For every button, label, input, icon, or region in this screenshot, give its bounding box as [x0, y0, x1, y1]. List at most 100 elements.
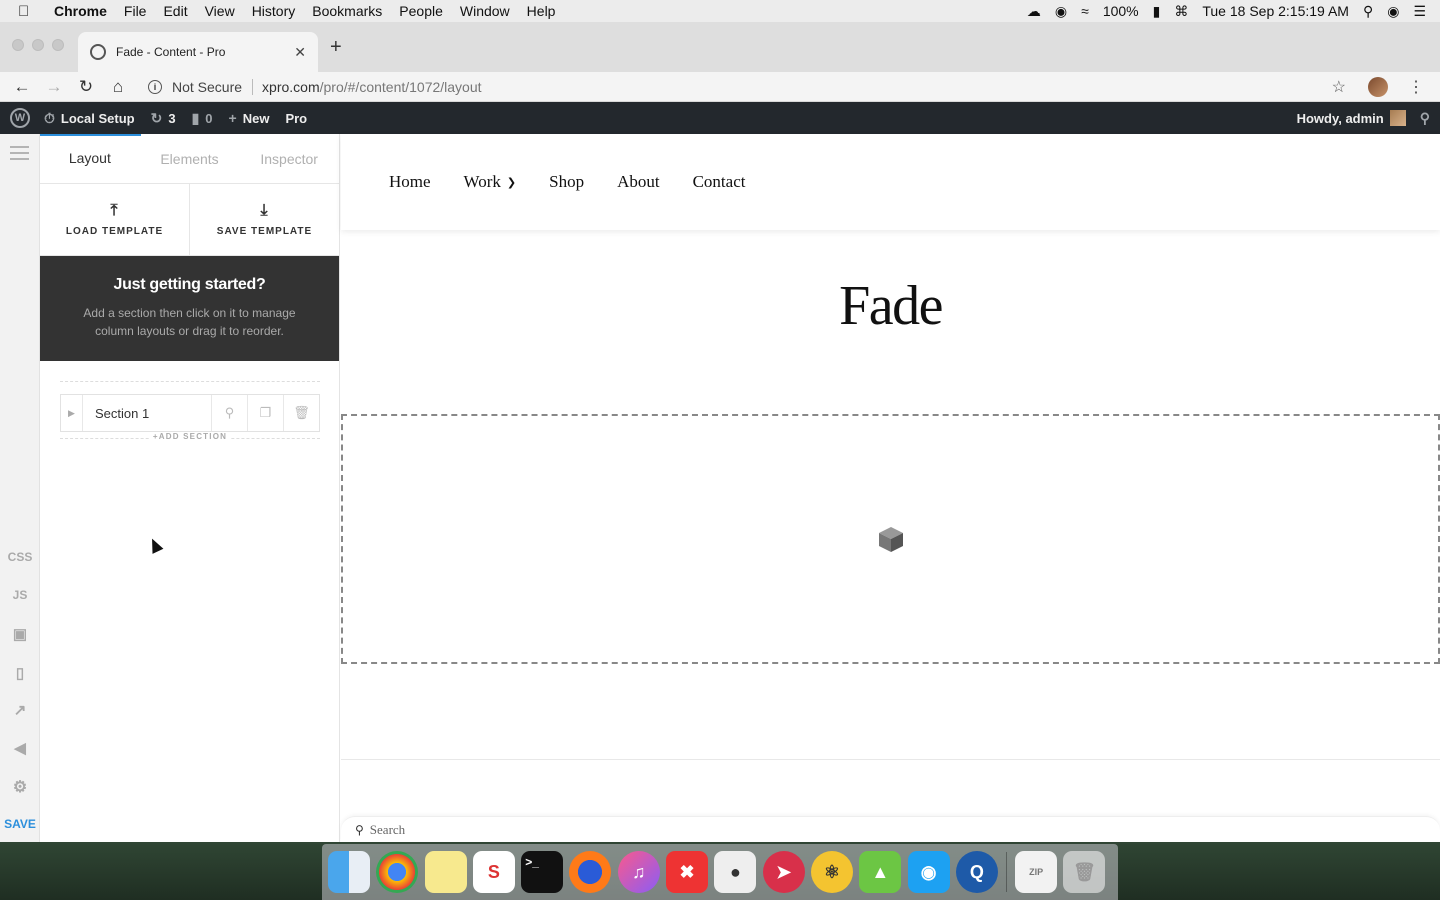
quicktime-icon[interactable]: Q — [955, 851, 998, 893]
sublime-icon[interactable]: S — [472, 851, 515, 893]
battery-icon[interactable]: ▮ — [1153, 3, 1161, 20]
menu-file[interactable]: File — [124, 3, 147, 19]
nav-shop[interactable]: Shop — [549, 172, 584, 192]
menu-history[interactable]: History — [252, 3, 296, 19]
nav-home[interactable]: Home — [389, 172, 431, 192]
nav-work-label[interactable]: Work — [464, 172, 501, 192]
browser-tab-bar: Fade - Content - Pro ✕ + — [0, 22, 1440, 72]
chevron-down-icon[interactable]: ❯ — [507, 176, 516, 189]
notes-icon[interactable] — [424, 851, 467, 893]
close-window-button[interactable] — [12, 39, 24, 51]
bookmark-star-icon[interactable]: ☆ — [1332, 77, 1346, 97]
profile-avatar[interactable] — [1368, 76, 1388, 97]
search-placeholder[interactable]: Search — [370, 822, 405, 838]
feedly-icon[interactable]: ▲ — [859, 851, 902, 893]
hamburger-menu-icon[interactable] — [10, 146, 29, 164]
chrome-menu-icon[interactable]: ⋮ — [1408, 77, 1424, 97]
tab-inspector[interactable]: Inspector — [239, 134, 339, 183]
responsive-preview-icon[interactable]: ▣ — [0, 625, 40, 643]
dock-divider — [1006, 852, 1008, 892]
url-path[interactable]: /pro/#/content/1072/layout — [320, 79, 482, 95]
section-label[interactable]: Section 1 — [83, 406, 211, 421]
battery-percent[interactable]: 100% — [1103, 3, 1139, 19]
add-section-button[interactable]: +ADD SECTION — [60, 432, 320, 444]
menu-people[interactable]: People — [399, 3, 443, 19]
clock[interactable]: Tue 18 Sep 2:15:19 AM — [1202, 3, 1349, 19]
drop-zone-line — [60, 381, 320, 382]
external-link-icon[interactable]: ↗ — [0, 701, 40, 719]
zoom-window-button[interactable] — [52, 39, 64, 51]
new-tab-icon[interactable]: + — [330, 36, 342, 59]
itunes-icon[interactable]: ♫ — [617, 851, 660, 893]
back-circle-icon[interactable]: ◀ — [0, 739, 40, 757]
menu-window[interactable]: Window — [460, 3, 510, 19]
home-icon[interactable]: ⌂ — [102, 77, 134, 97]
terminal-icon[interactable]: >_ — [521, 851, 564, 893]
nav-work[interactable]: Work ❯ — [464, 172, 517, 192]
delete-trash-icon[interactable]: 🗑 — [283, 395, 319, 431]
inspect-search-icon[interactable]: ⚲ — [211, 395, 247, 431]
firefox-icon[interactable] — [569, 851, 612, 893]
js-button[interactable]: JS — [0, 588, 40, 602]
menu-view[interactable]: View — [205, 3, 235, 19]
apple-icon[interactable]:  — [18, 3, 40, 20]
archive-icon[interactable]: ZIP — [1015, 851, 1058, 893]
info-icon[interactable]: i — [148, 79, 162, 94]
browser-tab[interactable]: Fade - Content - Pro ✕ — [78, 32, 318, 72]
wp-new-link[interactable]: + New — [229, 110, 270, 126]
papers-icon[interactable]: ➤ — [762, 851, 805, 893]
forward-arrow-icon[interactable]: → — [38, 77, 70, 97]
load-template-button[interactable]: ⤒ LOAD TEMPLATE — [40, 184, 190, 255]
wp-updates-link[interactable]: ↻ 3 — [151, 110, 176, 127]
add-section-label[interactable]: +ADD SECTION — [148, 432, 232, 441]
keyboard-icon[interactable]: ⌘ — [1174, 3, 1188, 20]
menu-bookmarks[interactable]: Bookmarks — [312, 3, 382, 19]
save-template-button[interactable]: ⤓ SAVE TEMPLATE — [190, 184, 339, 255]
empty-section-dropzone[interactable] — [341, 414, 1440, 664]
footer-divider — [341, 759, 1440, 760]
user-avatar[interactable] — [1389, 110, 1406, 126]
duplicate-icon[interactable]: ❐ — [247, 395, 283, 431]
nav-contact[interactable]: Contact — [693, 172, 746, 192]
plus-icon: + — [228, 110, 237, 126]
notification-center-icon[interactable]: ☰ — [1413, 3, 1426, 20]
spotlight-search-icon[interactable]: ⚲ — [1363, 3, 1373, 20]
siri-icon[interactable]: ◉ — [1387, 3, 1399, 20]
trash-icon[interactable]: 🗑 — [1063, 851, 1106, 893]
close-tab-icon[interactable]: ✕ — [294, 44, 306, 61]
minimize-window-button[interactable] — [32, 39, 44, 51]
url-host[interactable]: xpro.com — [262, 79, 320, 95]
device-icon[interactable]: ▯ — [0, 664, 40, 682]
atom-icon[interactable]: ⚛ — [810, 851, 853, 893]
site-search-bar[interactable]: ⚲ Search — [341, 816, 1440, 842]
menu-edit[interactable]: Edit — [163, 3, 187, 19]
chrome-icon[interactable] — [376, 851, 419, 893]
twitter-icon[interactable]: ◉ — [907, 851, 950, 893]
back-arrow-icon[interactable]: ← — [6, 77, 38, 97]
wp-site-link[interactable]: ⏱ Local Setup — [44, 110, 135, 127]
cloud-icon[interactable]: ☁ — [1027, 3, 1041, 20]
settings-gear-icon[interactable]: ⚙ — [0, 777, 40, 797]
reload-icon[interactable]: ↻ — [70, 77, 102, 97]
menu-app-name[interactable]: Chrome — [54, 3, 107, 19]
finder-icon[interactable] — [328, 851, 370, 893]
menu-help[interactable]: Help — [527, 3, 556, 19]
wp-pro-link[interactable]: Pro — [285, 111, 307, 126]
tableplus-icon[interactable]: ● — [714, 851, 757, 893]
tab-layout[interactable]: Layout — [40, 132, 140, 183]
crossover-icon[interactable]: ✖ — [666, 851, 709, 893]
record-icon[interactable]: ◉ — [1055, 3, 1067, 20]
address-bar[interactable]: i Not Secure xpro.com/pro/#/content/1072… — [148, 74, 1332, 100]
wordpress-logo-icon[interactable]: W — [10, 108, 30, 128]
section-item[interactable]: ▶ Section 1 ⚲ ❐ 🗑 — [60, 394, 320, 432]
nav-about[interactable]: About — [617, 172, 660, 192]
howdy-label[interactable]: Howdy, admin — [1297, 111, 1384, 126]
wp-search-icon[interactable]: ⚲ — [1420, 110, 1430, 127]
expand-caret-icon[interactable]: ▶ — [61, 395, 83, 431]
wifi-icon[interactable]: ≈ — [1081, 3, 1089, 19]
css-button[interactable]: CSS — [0, 550, 40, 564]
security-label[interactable]: Not Secure — [172, 79, 242, 95]
save-button[interactable]: SAVE — [0, 817, 40, 831]
wp-comments-link[interactable]: ▮ 0 — [192, 110, 213, 127]
tab-elements[interactable]: Elements — [140, 134, 240, 183]
